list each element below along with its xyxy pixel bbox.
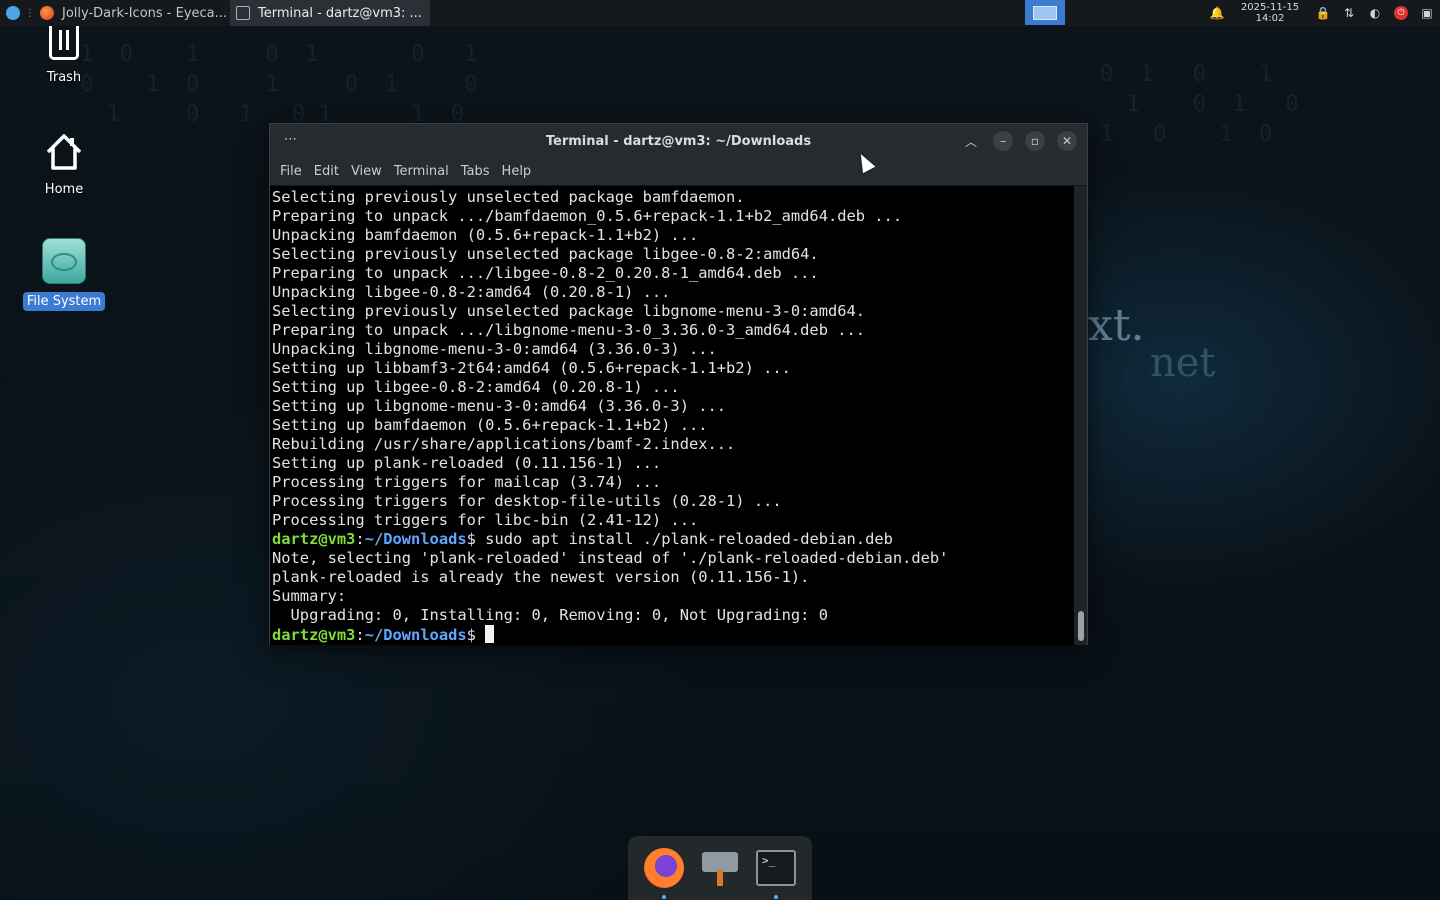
menu-file[interactable]: File bbox=[274, 164, 308, 179]
home-icon bbox=[46, 134, 82, 170]
top-panel: ⋮ Jolly-Dark-Icons - Eyeca... Terminal -… bbox=[0, 0, 1440, 26]
terminal-line: Upgrading: 0, Installing: 0, Removing: 0… bbox=[272, 606, 828, 624]
text-cursor bbox=[485, 625, 495, 643]
active-prompt-line[interactable]: dartz@vm3:~/Downloads$ bbox=[272, 625, 1075, 644]
terminal-line: plank-reloaded is already the newest ver… bbox=[272, 568, 810, 586]
terminal-line: Preparing to unpack .../libgee-0.8-2_0.2… bbox=[272, 264, 819, 282]
desktop-icon-label: Trash bbox=[46, 70, 82, 85]
package-installer-icon bbox=[702, 848, 738, 888]
minimize-button[interactable]: – bbox=[993, 131, 1013, 151]
terminal-line: Selecting previously unselected package … bbox=[272, 188, 745, 206]
maximize-button[interactable]: ▫ bbox=[1025, 131, 1045, 151]
window-titlebar[interactable]: ⋯ Terminal - dartz@vm3: ~/Downloads ︿ – … bbox=[270, 124, 1087, 158]
maximize-icon: ▫ bbox=[1030, 134, 1040, 148]
terminal-line: Summary: bbox=[272, 587, 347, 605]
terminal-icon: >_ bbox=[756, 850, 796, 886]
menu-bar: File Edit View Terminal Tabs Help bbox=[270, 158, 1087, 186]
command-line: dartz@vm3:~/Downloads$ sudo apt install … bbox=[272, 530, 893, 548]
desktop-icon-label: Home bbox=[44, 182, 84, 197]
menu-help[interactable]: Help bbox=[496, 164, 538, 179]
notification-bell-icon[interactable]: 🔔 bbox=[1204, 0, 1230, 26]
workspace-switcher[interactable] bbox=[1025, 0, 1065, 25]
terminal-line: Unpacking libgee-0.8-2:amd64 (0.20.8-1) … bbox=[272, 283, 671, 301]
network-icon[interactable]: ⇅ bbox=[1336, 0, 1362, 26]
lock-icon[interactable]: 🔒 bbox=[1310, 0, 1336, 26]
trash-icon bbox=[49, 26, 79, 60]
dock-item-firefox[interactable] bbox=[642, 846, 686, 899]
window-list-icon[interactable]: ▣ bbox=[1414, 0, 1440, 26]
running-indicator bbox=[662, 895, 666, 899]
terminal-line: Note, selecting 'plank-reloaded' instead… bbox=[272, 549, 949, 567]
menu-terminal[interactable]: Terminal bbox=[388, 164, 455, 179]
terminal-line: Processing triggers for mailcap (3.74) .… bbox=[272, 473, 662, 491]
window-menu-icon[interactable]: ⋯ bbox=[284, 132, 297, 147]
close-button[interactable]: ✕ bbox=[1057, 131, 1077, 151]
applications-menu-button[interactable] bbox=[0, 0, 26, 26]
terminal-line: Setting up libgnome-menu-3-0:amd64 (3.36… bbox=[272, 397, 727, 415]
terminal-line: Selecting previously unselected package … bbox=[272, 245, 819, 263]
terminal-line: Unpacking bamfdaemon (0.5.6+repack-1.1+b… bbox=[272, 226, 699, 244]
terminal-window[interactable]: ⋯ Terminal - dartz@vm3: ~/Downloads ︿ – … bbox=[269, 123, 1088, 645]
wallpaper-text: xt. bbox=[1088, 300, 1145, 351]
power-icon[interactable]: ⏻ bbox=[1388, 0, 1414, 26]
wallpaper-text: net bbox=[1150, 340, 1216, 386]
dock-item-terminal[interactable]: >_ bbox=[754, 846, 798, 899]
prompt-symbol: $ bbox=[466, 626, 476, 644]
terminal-line: Preparing to unpack .../bamfdaemon_0.5.6… bbox=[272, 207, 903, 225]
wallpaper-code: 0 1 0 1 1 0 1 0 1 0 1 0 bbox=[1100, 62, 1299, 147]
shade-button[interactable]: ︿ bbox=[961, 131, 981, 151]
prompt-path: ~/Downloads bbox=[364, 530, 467, 548]
task-label: Jolly-Dark-Icons - Eyeca... bbox=[62, 5, 228, 21]
clock-time: 14:02 bbox=[1255, 13, 1285, 24]
wallpaper-code: 1 0 1 0 1 0 1 0 1 0 1 0 1 0 1 0 1 0 1 1 … bbox=[80, 42, 478, 127]
plank-dock: >_ bbox=[628, 836, 812, 900]
task-label: Terminal - dartz@vm3: ... bbox=[258, 5, 422, 21]
menu-view[interactable]: View bbox=[345, 164, 388, 179]
prompt-symbol: $ bbox=[466, 530, 476, 548]
terminal-line: Setting up libbamf3-2t64:amd64 (0.5.6+re… bbox=[272, 359, 791, 377]
dock-item-package-installer[interactable] bbox=[698, 846, 742, 890]
firefox-icon bbox=[644, 848, 684, 888]
steam-icon[interactable]: ◐ bbox=[1362, 0, 1388, 26]
desktop-icon-label: File System bbox=[22, 292, 106, 311]
command-text: sudo apt install ./plank-reloaded-debian… bbox=[475, 530, 893, 548]
running-indicator bbox=[774, 895, 778, 899]
terminal-line: Rebuilding /usr/share/applications/bamf-… bbox=[272, 435, 736, 453]
app-menu-icon bbox=[6, 6, 20, 20]
menu-tabs[interactable]: Tabs bbox=[455, 164, 496, 179]
desktop-icon-home[interactable]: Home bbox=[16, 132, 112, 199]
terminal-line: Setting up bamfdaemon (0.5.6+repack-1.1+… bbox=[272, 416, 708, 434]
chevron-up-icon: ︿ bbox=[964, 134, 977, 149]
terminal-line: Unpacking libgnome-menu-3-0:amd64 (3.36.… bbox=[272, 340, 717, 358]
terminal-line: Preparing to unpack .../libgnome-menu-3-… bbox=[272, 321, 866, 339]
minimize-icon: – bbox=[1000, 134, 1006, 148]
workspace-1[interactable] bbox=[1033, 5, 1057, 20]
menu-edit[interactable]: Edit bbox=[308, 164, 345, 179]
terminal-line: Setting up libgee-0.8-2:amd64 (0.20.8-1)… bbox=[272, 378, 680, 396]
terminal-line: Selecting previously unselected package … bbox=[272, 302, 866, 320]
prompt-path: ~/Downloads bbox=[364, 626, 467, 644]
clock[interactable]: 2025-11-15 14:02 bbox=[1230, 2, 1310, 24]
firefox-icon bbox=[40, 6, 54, 20]
terminal-icon bbox=[236, 6, 250, 20]
terminal-line: Setting up plank-reloaded (0.11.156-1) .… bbox=[272, 454, 662, 472]
drive-icon bbox=[42, 238, 86, 284]
panel-separator: ⋮ bbox=[25, 7, 35, 19]
scrollbar-thumb[interactable] bbox=[1078, 611, 1084, 641]
terminal-line: Processing triggers for desktop-file-uti… bbox=[272, 492, 782, 510]
terminal-output[interactable]: Selecting previously unselected package … bbox=[270, 186, 1075, 645]
terminal-scrollbar[interactable] bbox=[1074, 186, 1087, 645]
desktop-icon-file-system[interactable]: File System bbox=[16, 238, 112, 311]
prompt-user: dartz@vm3 bbox=[272, 626, 356, 644]
clock-date: 2025-11-15 bbox=[1240, 2, 1300, 13]
prompt-user: dartz@vm3 bbox=[272, 530, 356, 548]
close-icon: ✕ bbox=[1061, 134, 1073, 148]
terminal-line: Processing triggers for libc-bin (2.41-1… bbox=[272, 511, 699, 529]
taskbar-item-terminal[interactable]: Terminal - dartz@vm3: ... bbox=[230, 0, 430, 26]
taskbar-item-browser[interactable]: Jolly-Dark-Icons - Eyeca... bbox=[34, 0, 230, 26]
desktop-icon-trash[interactable]: Trash bbox=[16, 26, 112, 87]
